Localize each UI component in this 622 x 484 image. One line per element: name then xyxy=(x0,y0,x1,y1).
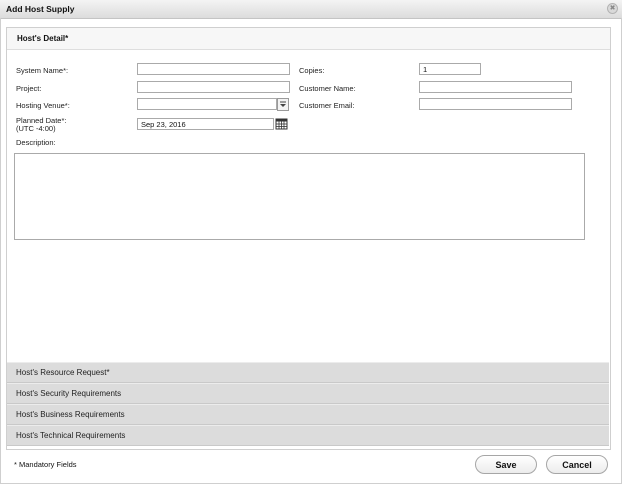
save-button[interactable]: Save xyxy=(475,455,537,474)
customer-email-label: Customer Email: xyxy=(299,101,355,110)
customer-name-label: Customer Name: xyxy=(299,84,356,93)
chevron-down-icon xyxy=(280,101,286,107)
project-input[interactable] xyxy=(137,81,290,93)
calendar-button[interactable] xyxy=(274,117,290,131)
customer-name-input[interactable] xyxy=(419,81,572,93)
copies-input[interactable] xyxy=(419,63,481,75)
section-resource-request-label: Host's Resource Request* xyxy=(16,368,110,377)
hosting-venue-select[interactable] xyxy=(137,98,277,110)
hosting-venue-dropdown-button[interactable] xyxy=(277,98,289,111)
copies-label: Copies: xyxy=(299,66,325,75)
project-label: Project: xyxy=(16,84,42,93)
section-resource-request[interactable]: Host's Resource Request* xyxy=(7,362,609,383)
system-name-input[interactable] xyxy=(137,63,290,75)
hosts-detail-header[interactable]: Host's Detail* xyxy=(7,28,610,50)
hosts-detail-title: Host's Detail* xyxy=(17,34,69,43)
close-icon[interactable]: ✖ xyxy=(607,3,618,14)
section-security-requirements-label: Host's Security Requirements xyxy=(16,389,122,398)
description-textarea[interactable] xyxy=(14,153,585,240)
planned-date-input[interactable] xyxy=(137,118,274,130)
planned-date-timezone-label: (UTC -4:00) xyxy=(16,124,56,133)
description-label: Description: xyxy=(16,138,56,147)
section-technical-requirements-label: Host's Technical Requirements xyxy=(16,431,126,440)
section-business-requirements[interactable]: Host's Business Requirements xyxy=(7,404,609,425)
system-name-label: System Name*: xyxy=(16,66,69,75)
dialog-titlebar: Add Host Supply ✖ xyxy=(0,0,622,19)
section-security-requirements[interactable]: Host's Security Requirements xyxy=(7,383,609,404)
customer-email-input[interactable] xyxy=(419,98,572,110)
dialog-title: Add Host Supply xyxy=(6,4,75,14)
calendar-icon xyxy=(275,118,288,130)
cancel-button[interactable]: Cancel xyxy=(546,455,608,474)
hosting-venue-label: Hosting Venue*: xyxy=(16,101,70,110)
section-business-requirements-label: Host's Business Requirements xyxy=(16,410,125,419)
section-technical-requirements[interactable]: Host's Technical Requirements xyxy=(7,425,609,446)
mandatory-fields-note: * Mandatory Fields xyxy=(14,460,77,469)
